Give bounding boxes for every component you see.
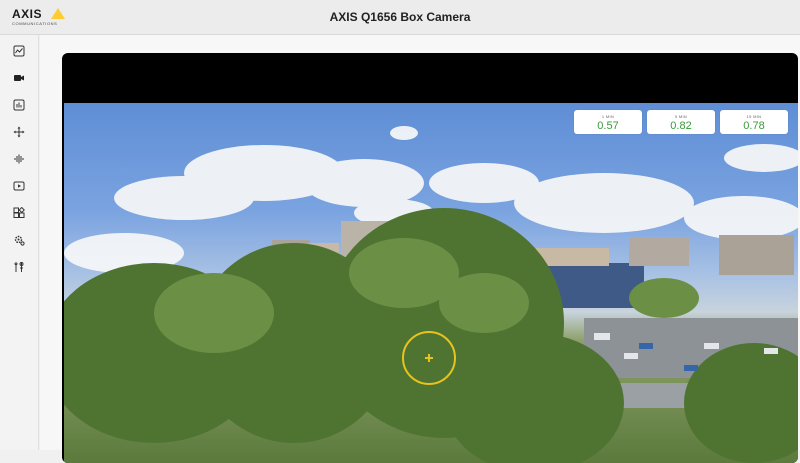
ptz-target-overlay[interactable] — [402, 331, 456, 385]
stat-label: 1 MIN — [601, 114, 615, 119]
live-video-stream[interactable] — [64, 103, 798, 463]
top-bar: AXIS COMMUNICATIONS AXIS Q1656 Box Camer… — [0, 0, 800, 35]
camera-scene-image — [64, 126, 798, 463]
system-icon — [14, 235, 25, 246]
sidebar-item-maintenance[interactable] — [9, 257, 29, 277]
ptz-icon — [13, 126, 25, 138]
video-icon — [14, 75, 24, 81]
video-player: 1 MIN 0.57 5 MIN 0.82 15 MIN 0.78 — [62, 53, 798, 463]
sidebar-item-status[interactable] — [9, 41, 29, 61]
sidebar-item-apps[interactable] — [9, 203, 29, 223]
stat-widget-1min: 1 MIN 0.57 — [574, 110, 642, 134]
apps-icon — [13, 207, 25, 218]
stat-widget-5min: 5 MIN 0.82 — [647, 110, 715, 134]
sidebar-item-system[interactable] — [9, 230, 29, 250]
stat-value: 0.57 — [597, 120, 619, 132]
sidebar — [0, 35, 39, 450]
sidebar-item-audio[interactable] — [9, 149, 29, 169]
analytics-icon — [13, 99, 25, 111]
crosshair-icon — [425, 354, 433, 362]
status-icon — [13, 45, 25, 57]
stat-widget-15min: 15 MIN 0.78 — [720, 110, 788, 134]
stat-value: 0.78 — [743, 120, 765, 132]
sidebar-item-video[interactable] — [9, 68, 29, 88]
stat-label: 5 MIN — [674, 114, 688, 119]
recordings-icon — [13, 181, 25, 191]
sidebar-item-ptz[interactable] — [9, 122, 29, 142]
maintenance-icon — [14, 262, 24, 272]
main-content: 1 MIN 0.57 5 MIN 0.82 15 MIN 0.78 — [40, 35, 800, 463]
page-title: AXIS Q1656 Box Camera — [329, 10, 471, 24]
audio-icon — [14, 154, 24, 164]
stat-label: 15 MIN — [746, 114, 762, 119]
sidebar-item-analytics[interactable] — [9, 95, 29, 115]
sidebar-item-recordings[interactable] — [9, 176, 29, 196]
stat-value: 0.82 — [670, 120, 692, 132]
